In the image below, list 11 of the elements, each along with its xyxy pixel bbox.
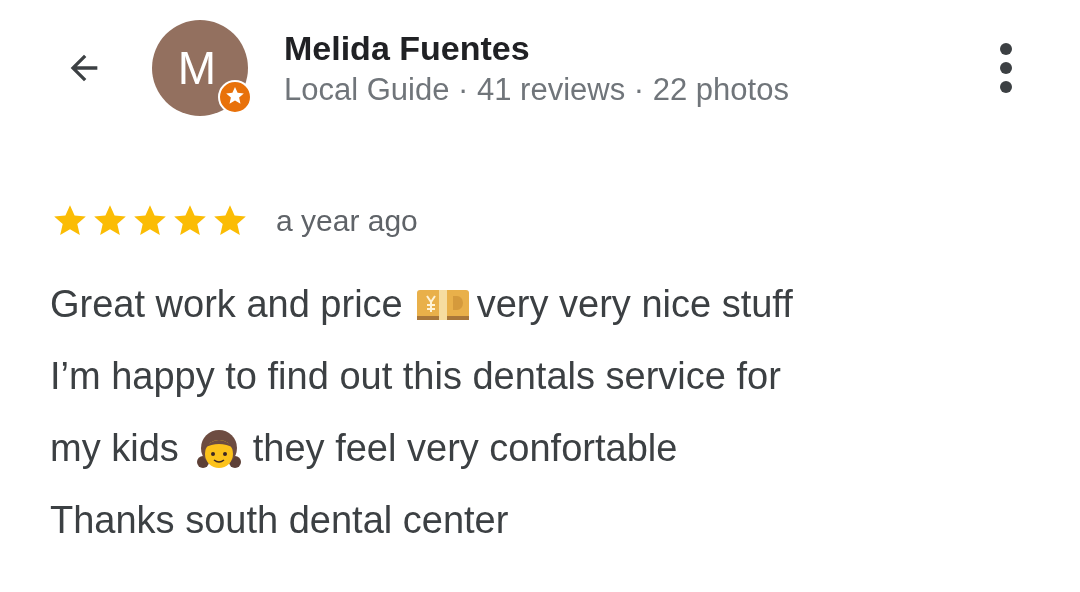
- review-text: I’m happy to find out this dentals service for: [50, 354, 781, 398]
- reviewer-name[interactable]: Melida Fuentes: [284, 28, 986, 68]
- review-text: very very nice stuff: [476, 282, 793, 326]
- avatar-letter: M: [177, 41, 217, 95]
- reviewer-stats: Local Guide · 41 reviews · 22 photos: [284, 71, 789, 108]
- review-time: a year ago: [276, 204, 418, 238]
- review-text: they feel very confortable: [252, 426, 678, 470]
- review-text: Thanks south dental center: [50, 498, 509, 542]
- more-options-icon: [999, 42, 1013, 94]
- review-text: my kids: [50, 426, 179, 470]
- review-text: Great work and price: [50, 282, 403, 326]
